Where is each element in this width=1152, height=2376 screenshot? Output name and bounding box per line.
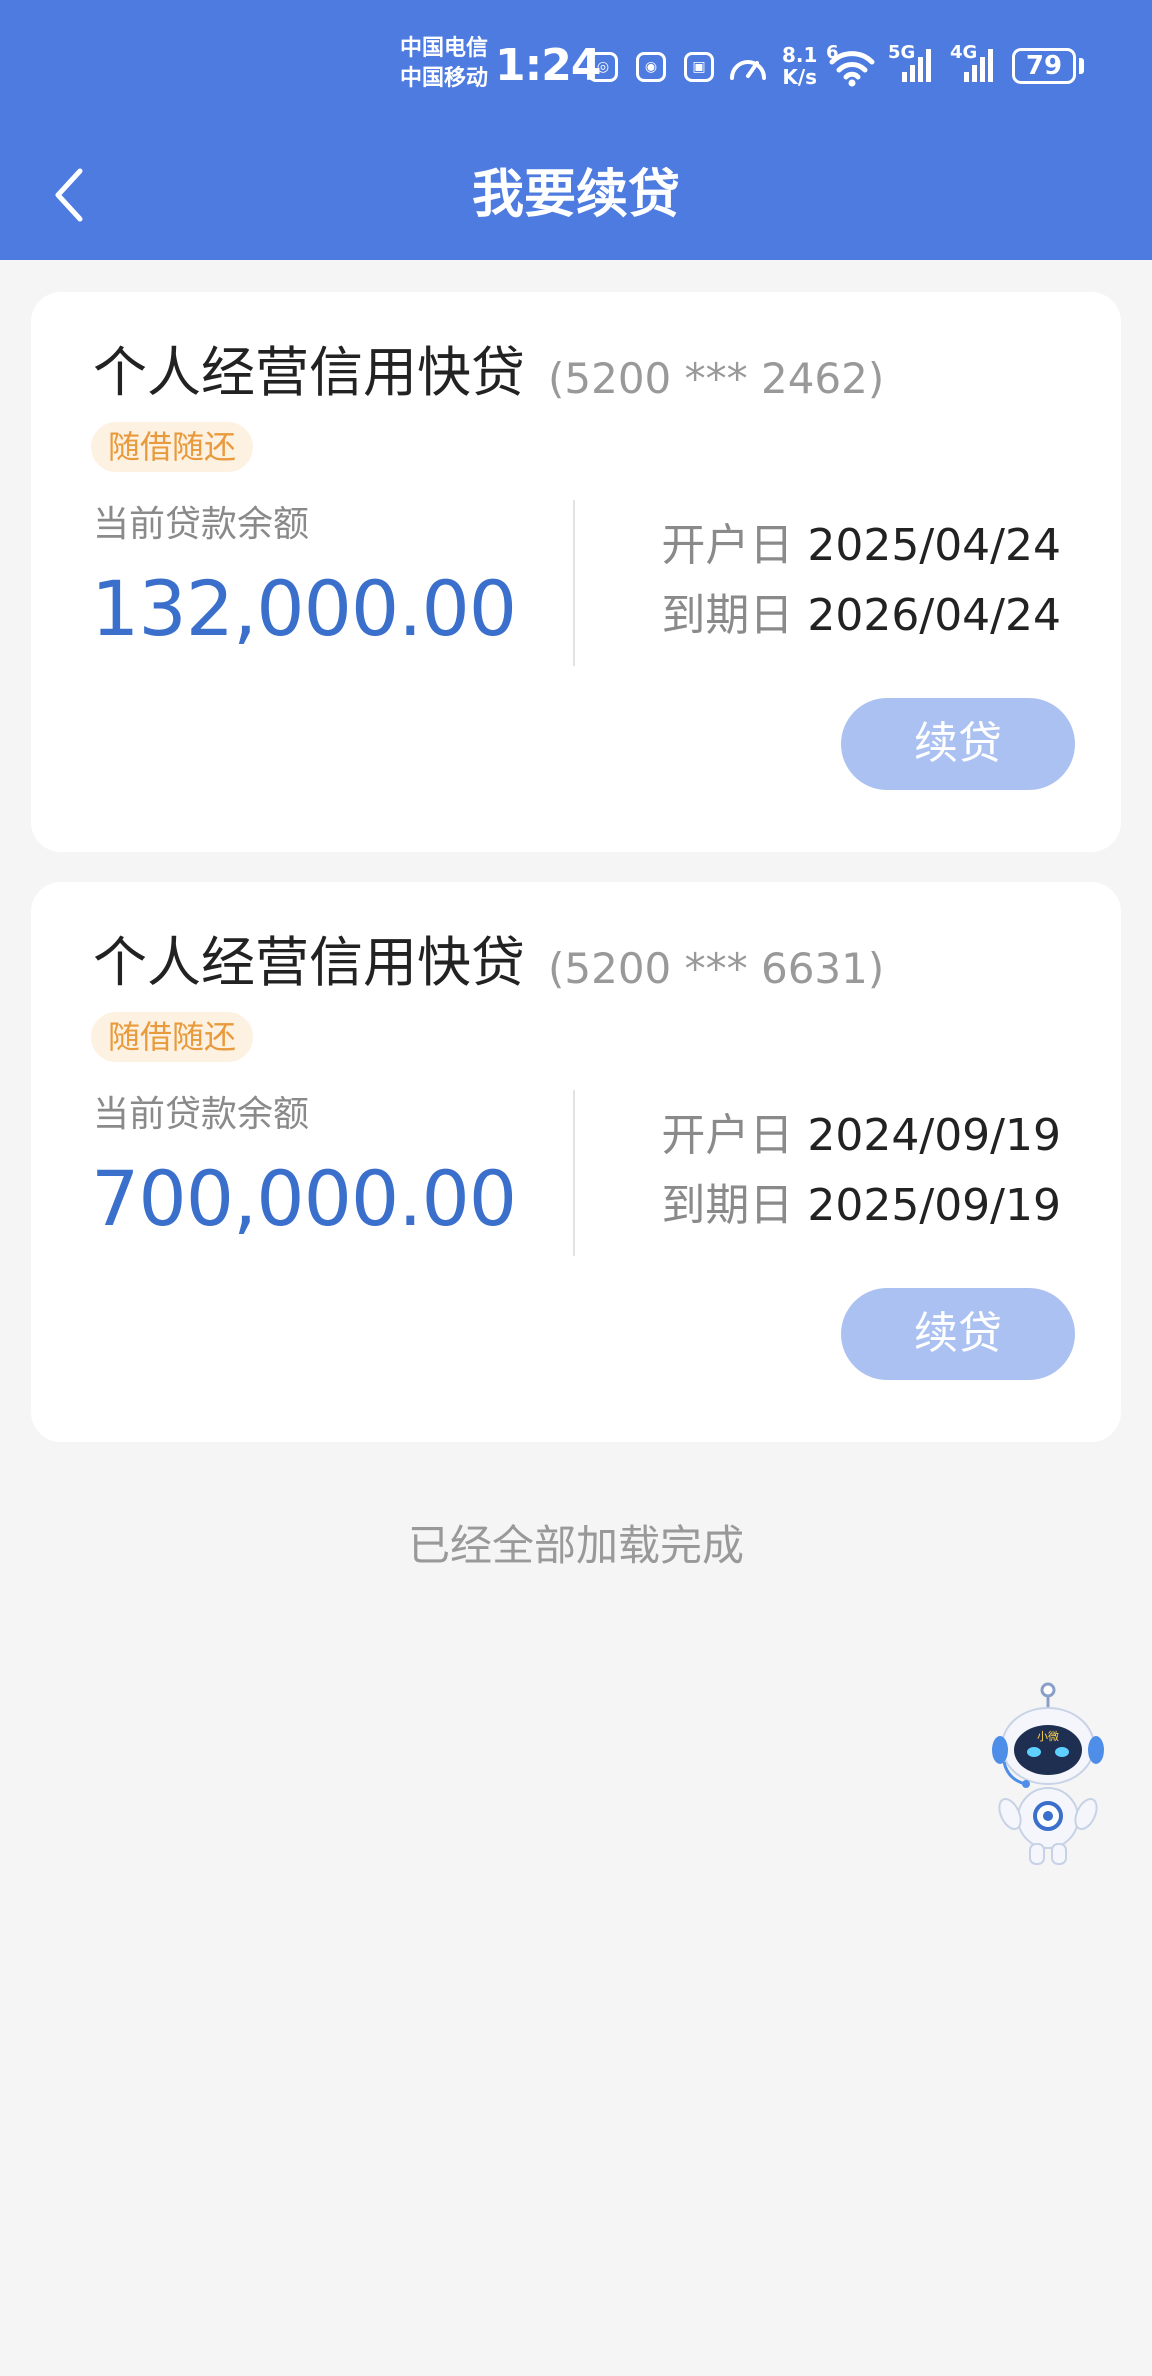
balance-amount: 132,000.00: [91, 564, 517, 653]
carrier-2: 中国移动: [400, 66, 489, 91]
open-date-value: 2025/04/24: [807, 520, 1061, 571]
status-bar: 中国电信 中国移动 1:24 ◎ ◉ ▣ 8.1 K/s 6 5G 4G 79: [0, 0, 1152, 130]
divider: [573, 500, 575, 666]
network-speed-value: 8.1: [782, 43, 818, 67]
due-date-label: 到期日: [661, 1180, 794, 1231]
loan-card: 个人经营信用快贷 (5200 *** 2462) 随借随还 当前贷款余额 132…: [31, 292, 1121, 852]
signal-4g-icon: 4G: [950, 42, 1000, 88]
repayment-tag: 随借随还: [91, 422, 254, 472]
robot-icon: 小微: [992, 1682, 1104, 1865]
app-header: 中国电信 中国移动 1:24 ◎ ◉ ▣ 8.1 K/s 6 5G 4G 79 …: [0, 0, 1152, 260]
divider: [573, 1090, 575, 1256]
signal-5g-tag: 5G: [888, 42, 916, 63]
balance-label: 当前贷款余额: [93, 504, 310, 545]
repayment-tag: 随借随还: [91, 1012, 254, 1062]
due-date-value: 2025/09/19: [807, 1180, 1061, 1231]
network-speed-unit: K/s: [782, 65, 818, 89]
open-date-value: 2024/09/19: [807, 1110, 1061, 1161]
loan-card: 个人经营信用快贷 (5200 *** 6631) 随借随还 当前贷款余额 700…: [31, 882, 1121, 1442]
due-date-value: 2026/04/24: [807, 590, 1061, 641]
page-title: 我要续贷: [471, 165, 680, 225]
notification-app-icon: ◉: [636, 52, 666, 82]
chevron-left-icon: [55, 168, 83, 222]
signal-4g-tag: 4G: [950, 42, 978, 63]
wifi-icon: 6: [826, 42, 878, 92]
clock: 1:24: [495, 40, 601, 91]
wifi-6-tag: 6: [826, 42, 839, 63]
carrier-1: 中国电信: [400, 36, 489, 61]
product-name: 个人经营信用快贷: [93, 931, 525, 994]
notification-app-icon: ▣: [684, 52, 714, 82]
open-date-label: 开户日: [661, 1110, 794, 1161]
battery-nub: [1079, 58, 1084, 74]
renew-loan-button[interactable]: 续贷: [841, 1288, 1075, 1380]
battery-icon: 79: [1012, 48, 1076, 84]
account-number: (5200 *** 2462): [548, 354, 885, 403]
nav-bar: 我要续贷: [0, 130, 1152, 260]
balance-label: 当前贷款余额: [93, 1094, 310, 1135]
due-date-row: 到期日 2026/04/24: [661, 588, 1061, 644]
balance-amount: 700,000.00: [91, 1154, 517, 1243]
network-speed: 8.1 K/s: [782, 44, 817, 88]
due-date-label: 到期日: [661, 590, 794, 641]
robot-badge: 小微: [1037, 1729, 1059, 1743]
notification-icons: ◎ ◉ ▣: [588, 52, 714, 82]
back-button[interactable]: [40, 160, 100, 230]
assistant-robot-button[interactable]: 小微: [980, 1680, 1110, 1870]
renew-loan-button[interactable]: 续贷: [841, 698, 1075, 790]
due-date-row: 到期日 2025/09/19: [661, 1178, 1061, 1234]
open-date-row: 开户日 2025/04/24: [661, 518, 1061, 574]
notification-app-icon: ◎: [588, 52, 618, 82]
carrier-info: 中国电信 中国移动: [400, 34, 488, 94]
open-date-row: 开户日 2024/09/19: [661, 1108, 1061, 1164]
speedometer-icon: [730, 60, 766, 80]
product-name: 个人经营信用快贷: [93, 341, 525, 404]
battery-level: 79: [1025, 51, 1063, 81]
signal-5g-icon: 5G: [888, 42, 938, 88]
account-number: (5200 *** 6631): [548, 944, 885, 993]
load-complete-text: 已经全部加载完成: [407, 1521, 744, 1570]
open-date-label: 开户日: [661, 520, 794, 571]
